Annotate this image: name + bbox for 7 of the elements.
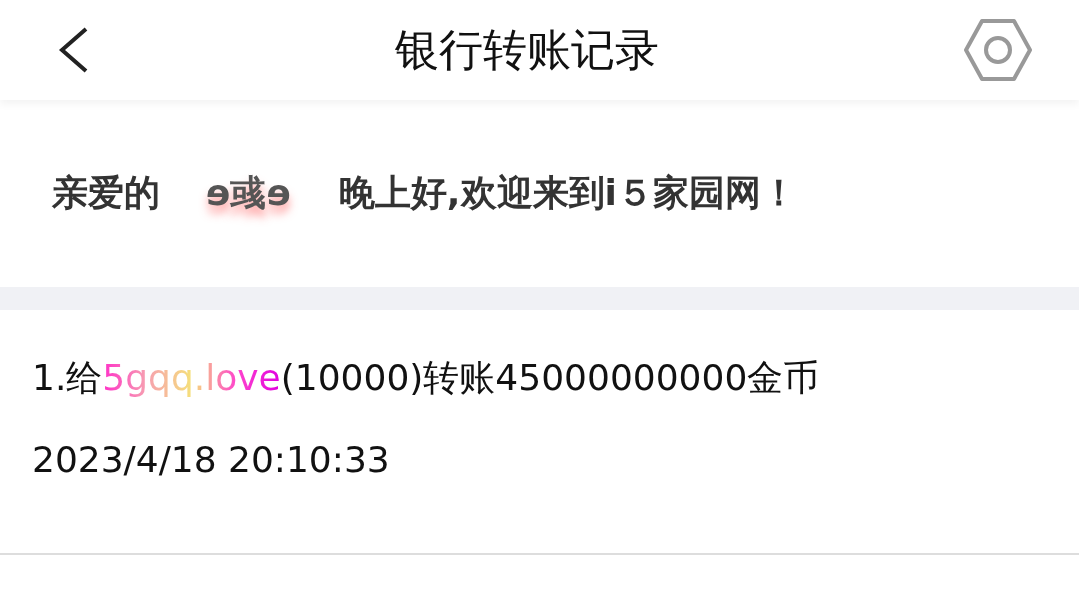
settings-icon[interactable] (963, 18, 1033, 82)
username: ɘ彧ɘ (206, 171, 291, 215)
transfer-time: 2023/4/18 20:10:33 (32, 439, 391, 480)
page-title: 银行转账记录 (394, 22, 659, 77)
transfer-record: 1.给5gqq.love(10000)转账45000000000金币 (32, 356, 821, 400)
greeting-message: 晚上好,欢迎来到i５家园网！ (338, 171, 797, 215)
greeting-prefix: 亲爱的 (52, 171, 160, 215)
